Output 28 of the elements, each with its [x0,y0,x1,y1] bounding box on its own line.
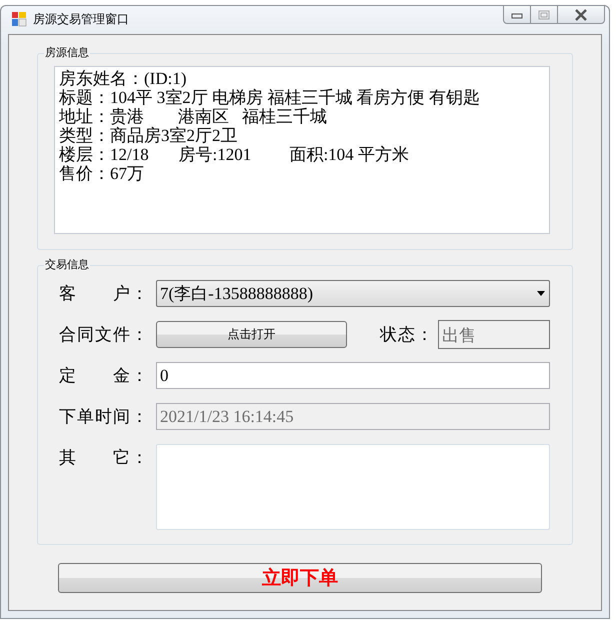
open-file-button[interactable]: 点击打开 [156,321,347,348]
group-title: 交易信息 [44,258,90,272]
close-icon [574,8,588,20]
close-button[interactable] [557,5,605,24]
info-line: 类型：商品房3室2厅2卫 [59,126,238,145]
customer-dropdown[interactable]: 7(李白-13588888888) [156,280,550,307]
minimize-icon [511,10,523,18]
info-line: 售价：67万 [59,164,145,183]
field-label: 状态： [378,324,435,346]
group-title: 房源信息 [44,46,90,60]
info-line: 楼层：12/18 房号:1201 面积:104 平方米 [59,145,410,164]
maximize-icon [538,10,550,20]
maximize-button[interactable] [530,5,558,24]
field-label: 定 金： [58,365,150,387]
info-line: 房东姓名：(ID:1) [59,69,188,88]
info-text-area[interactable]: 房东姓名：(ID:1) 标题：104平 3室2厅 电梯房 福桂三千城 看房方便 有钥匙 地址：贵港 港南区 福桂三千城 类型：商品房3室2厅2卫 楼层：12/18 房号:1201 面积:104 平方米 售价：67万 [54,66,550,234]
info-line: 地址：贵港 港南区 福桂三千城 [59,107,328,126]
submit-order-button[interactable]: 立即下单 [58,563,542,593]
window-title: 房源交易管理窗口 [33,10,129,28]
app-icon [11,11,27,27]
minimize-button[interactable] [503,5,531,24]
deposit-field[interactable]: 0 [156,362,550,389]
dropdown-arrow-icon [537,291,545,296]
info-line: 标题：104平 3室2厅 电梯房 福桂三千城 看房方便 有钥匙 [59,88,481,107]
field-label: 客 户： [58,283,150,305]
field-label: 合同文件： [58,324,150,346]
field-label: 下单时间： [58,406,150,428]
field-label: 其 它： [58,447,150,469]
